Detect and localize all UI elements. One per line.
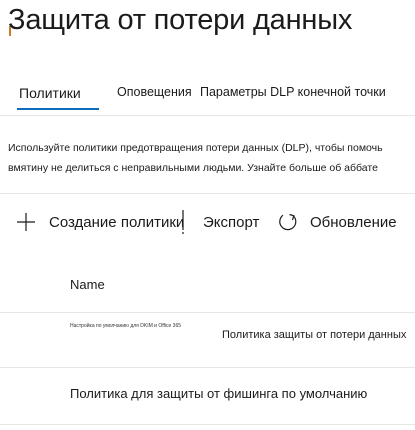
tab-bar: Политики Оповещения Параметры DLP конечн…: [0, 82, 415, 110]
create-policy-button[interactable]: Создание политики: [16, 206, 184, 238]
table-row[interactable]: Политика для защиты от фишинга по умолча…: [0, 368, 415, 422]
page-title: Защита от потери данных: [8, 4, 353, 36]
toolbar: Создание политики Экспорт Обновление: [0, 206, 415, 238]
refresh-button[interactable]: Обновление: [277, 206, 397, 238]
table-row[interactable]: Настройка по умолчанию для DKIM и Office…: [0, 313, 415, 367]
export-label: Экспорт: [203, 213, 260, 231]
tab-alerts[interactable]: Оповещения: [117, 85, 192, 99]
row-divider: [0, 424, 415, 425]
tabs-divider: [0, 115, 415, 116]
page-description: Используйте политики предотвращения поте…: [8, 142, 383, 174]
row-policy-name: Политика защиты от потери данных: [222, 329, 407, 341]
export-icon: [182, 210, 184, 234]
create-policy-label: Создание политики: [49, 213, 185, 231]
active-tab-indicator: [17, 108, 99, 110]
export-button[interactable]: Экспорт: [180, 206, 259, 238]
column-header-name[interactable]: Name: [70, 277, 105, 292]
row-policy-name: Политика для защиты от фишинга по умолча…: [70, 386, 368, 401]
description-divider: [0, 193, 415, 194]
tab-endpoint-dlp-settings[interactable]: Параметры DLP конечной точки: [200, 85, 386, 99]
row-small-text: Настройка по умолчанию для DKIM и Office…: [70, 323, 182, 329]
refresh-icon: [279, 213, 297, 231]
plus-icon: [17, 213, 35, 231]
tab-policies[interactable]: Политики: [19, 85, 81, 101]
refresh-label: Обновление: [310, 213, 397, 231]
